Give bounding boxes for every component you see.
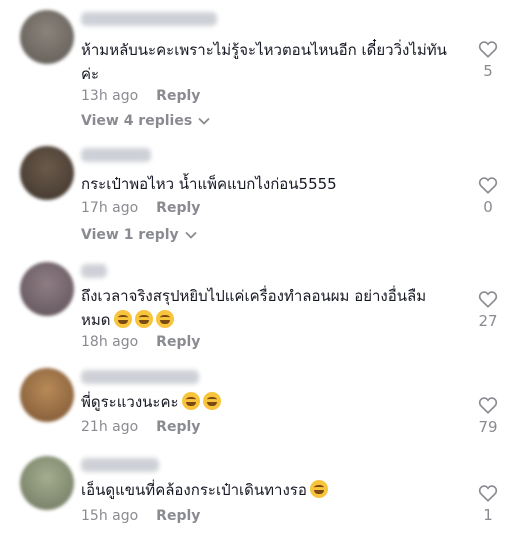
comment-timestamp: 17h ago xyxy=(81,200,139,216)
heart-outline-icon xyxy=(478,485,498,502)
comment-text-content: พี่ดูระแวงนะคะ xyxy=(81,393,179,411)
chevron-down-icon xyxy=(185,231,197,239)
like-count: 27 xyxy=(478,312,498,330)
comment-text: เอ็นดูแขนที่คล้องกระเป๋าเดินทางรอ xyxy=(81,478,459,502)
like-button[interactable]: 79 xyxy=(470,396,506,436)
reply-button[interactable]: Reply xyxy=(156,334,200,350)
reply-button[interactable]: Reply xyxy=(156,200,200,216)
comment-timestamp: 13h ago xyxy=(81,88,139,104)
comment-meta: 13h ago Reply xyxy=(81,88,200,104)
view-replies-label: View 4 replies xyxy=(81,113,193,129)
username-blurred[interactable] xyxy=(81,148,151,162)
like-count: 79 xyxy=(478,418,498,436)
avatar[interactable] xyxy=(20,368,74,422)
comment-timestamp: 15h ago xyxy=(81,508,139,524)
username-blurred[interactable] xyxy=(81,264,107,278)
view-replies-button[interactable]: View 1 reply xyxy=(81,227,197,243)
username-blurred[interactable] xyxy=(81,12,217,26)
comment-text-content: เอ็นดูแขนที่คล้องกระเป๋าเดินทางรอ xyxy=(81,481,307,499)
comment-text: กระเป๋าพอไหว น้ำแพ็คแบกไงก่อน5555 xyxy=(81,175,337,193)
comment-text: ถึงเวลาจริงสรุปหยิบไปแค่เครื่องทำลอนผม อ… xyxy=(81,284,459,332)
reply-button[interactable]: Reply xyxy=(156,419,200,435)
laughing-emoji-icon xyxy=(155,310,174,328)
comment-text: พี่ดูระแวงนะคะ xyxy=(81,390,459,414)
like-button[interactable]: 0 xyxy=(470,176,506,216)
like-count: 1 xyxy=(483,506,493,524)
comment-timestamp: 21h ago xyxy=(81,419,139,435)
like-count: 0 xyxy=(483,198,493,216)
laughing-emoji-icon xyxy=(309,480,328,498)
comment-text: ห้ามหลับนะคะเพราะไม่รู้จะไหวตอนไหนอีก เด… xyxy=(81,41,447,83)
avatar[interactable] xyxy=(20,146,74,200)
username-blurred[interactable] xyxy=(81,458,159,472)
comment-meta: 21h ago Reply xyxy=(81,419,200,435)
comment-text-content: ถึงเวลาจริงสรุปหยิบไปแค่เครื่องทำลอนผม อ… xyxy=(81,287,427,329)
comment-meta: 15h ago Reply xyxy=(81,508,200,524)
view-replies-button[interactable]: View 4 replies xyxy=(81,113,210,129)
comment-meta: 18h ago Reply xyxy=(81,334,200,350)
laughing-emoji-icon xyxy=(202,392,221,410)
like-button[interactable]: 1 xyxy=(470,484,506,524)
avatar[interactable] xyxy=(20,456,74,510)
heart-outline-icon xyxy=(478,397,498,414)
avatar[interactable] xyxy=(20,10,74,64)
laughing-emoji-icon xyxy=(113,310,132,328)
chevron-down-icon xyxy=(198,117,210,125)
username-blurred[interactable] xyxy=(81,370,199,384)
laughing-emoji-icon xyxy=(181,392,200,410)
reply-button[interactable]: Reply xyxy=(156,88,200,104)
avatar[interactable] xyxy=(20,262,74,316)
like-count: 5 xyxy=(483,62,493,80)
heart-outline-icon xyxy=(478,177,498,194)
comment-meta: 17h ago Reply xyxy=(81,200,200,216)
comment-timestamp: 18h ago xyxy=(81,334,139,350)
view-replies-label: View 1 reply xyxy=(81,227,179,243)
comment-list: ห้ามหลับนะคะเพราะไม่รู้จะไหวตอนไหนอีก เด… xyxy=(0,0,526,543)
heart-outline-icon xyxy=(478,41,498,58)
reply-button[interactable]: Reply xyxy=(156,508,200,524)
heart-outline-icon xyxy=(478,291,498,308)
like-button[interactable]: 27 xyxy=(470,290,506,330)
laughing-emoji-icon xyxy=(134,310,153,328)
like-button[interactable]: 5 xyxy=(470,40,506,80)
